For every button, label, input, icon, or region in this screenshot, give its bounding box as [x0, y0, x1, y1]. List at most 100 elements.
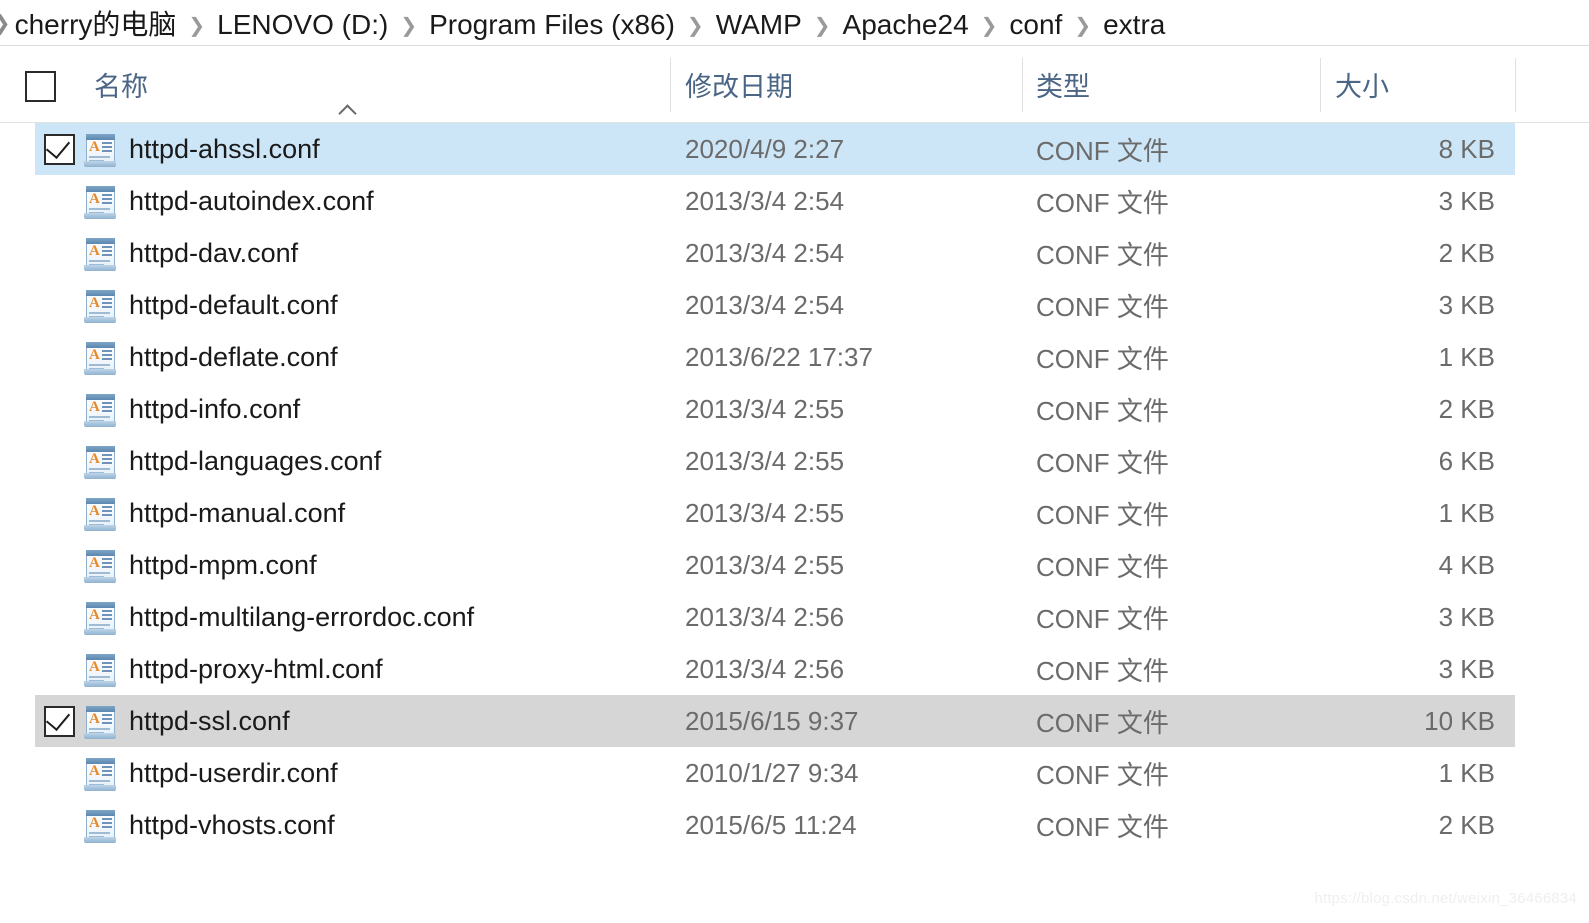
file-type: CONF 文件 [1036, 655, 1169, 686]
file-size: 1 KB [1438, 341, 1495, 372]
file-size: 1 KB [1438, 757, 1495, 788]
file-size: 3 KB [1438, 601, 1495, 632]
conf-file-icon: A [84, 602, 116, 635]
conf-file-icon: A [84, 758, 116, 791]
breadcrumb-item[interactable]: Apache24 [841, 9, 971, 40]
file-type: CONF 文件 [1036, 291, 1169, 322]
file-row[interactable]: Ahttpd-languages.conf 2013/3/4 2:55 CONF 文… [0, 435, 1589, 487]
file-name[interactable]: httpd-proxy-html.conf [129, 643, 383, 695]
breadcrumb-separator-icon: ❯ [813, 15, 831, 37]
breadcrumb-item[interactable]: cherry的电脑 [13, 9, 179, 40]
file-name[interactable]: httpd-userdir.conf [129, 747, 338, 799]
breadcrumb-item[interactable]: conf [1007, 9, 1064, 40]
file-size: 2 KB [1438, 393, 1495, 424]
conf-file-icon: A [84, 342, 116, 375]
breadcrumb-item[interactable]: Program Files (x86) [427, 9, 677, 40]
column-header-type[interactable]: 类型 [1036, 46, 1090, 122]
select-all-checkbox[interactable] [25, 71, 56, 102]
file-row[interactable]: Ahttpd-userdir.conf 2010/1/27 9:34 CONF 文件… [0, 747, 1589, 799]
file-size: 3 KB [1438, 653, 1495, 684]
column-header-name-label: 名称 [94, 71, 148, 102]
file-date-modified: 2013/3/4 2:55 [685, 497, 845, 528]
column-header-size[interactable]: 大小 [1335, 46, 1389, 122]
file-row[interactable]: Ahttpd-vhosts.conf 2015/6/5 11:24 CONF 文件 2… [0, 799, 1589, 851]
breadcrumb-separator-icon: ❯ [686, 15, 704, 37]
conf-file-icon: A [84, 706, 116, 739]
file-size: 10 KB [1424, 705, 1495, 736]
column-header-date-modified[interactable]: 修改日期 [685, 46, 793, 122]
file-row[interactable]: Ahttpd-dav.conf 2013/3/4 2:54 CONF 文件 2 KB [0, 227, 1589, 279]
file-row[interactable]: Ahttpd-deflate.conf 2013/6/22 17:37 CONF 文… [0, 331, 1589, 383]
file-row[interactable]: Ahttpd-default.conf 2013/3/4 2:54 CONF 文件 3… [0, 279, 1589, 331]
file-name[interactable]: httpd-mpm.conf [129, 539, 317, 591]
file-type: CONF 文件 [1036, 343, 1169, 374]
file-date-modified: 2013/3/4 2:56 [685, 653, 845, 684]
file-date-modified: 2013/3/4 2:55 [685, 445, 845, 476]
file-size: 4 KB [1438, 549, 1495, 580]
file-row[interactable]: Ahttpd-mpm.conf 2013/3/4 2:55 CONF 文件 4 KB [0, 539, 1589, 591]
file-size: 3 KB [1438, 289, 1495, 320]
file-type: CONF 文件 [1036, 759, 1169, 790]
file-date-modified: 2013/3/4 2:56 [685, 601, 845, 632]
column-header-row: 名称 修改日期 类型 大小 [0, 46, 1589, 123]
file-type: CONF 文件 [1036, 707, 1169, 738]
column-divider-3[interactable] [1320, 58, 1321, 112]
file-name[interactable]: httpd-manual.conf [129, 487, 345, 539]
file-row-checkbox[interactable] [44, 705, 75, 737]
column-header-type-label: 类型 [1036, 71, 1090, 102]
file-type: CONF 文件 [1036, 135, 1169, 166]
file-row[interactable]: Ahttpd-ssl.conf 2015/6/15 9:37 CONF 文件 10 K… [0, 695, 1589, 747]
file-date-modified: 2013/3/4 2:54 [685, 185, 845, 216]
file-row-checkbox[interactable] [44, 133, 75, 165]
file-name[interactable]: httpd-ssl.conf [129, 695, 290, 747]
conf-file-icon: A [84, 498, 116, 531]
breadcrumb-item[interactable]: LENOVO (D:) [215, 9, 390, 40]
breadcrumb-separator-icon: ❯ [400, 15, 418, 37]
column-header-name[interactable]: 名称 [94, 46, 148, 122]
file-name[interactable]: httpd-info.conf [129, 383, 300, 435]
file-list[interactable]: Ahttpd-ahssl.conf 2020/4/9 2:27 CONF 文件 8 K… [0, 123, 1589, 851]
file-date-modified: 2013/3/4 2:54 [685, 289, 845, 320]
file-name[interactable]: httpd-dav.conf [129, 227, 298, 279]
conf-file-icon: A [84, 394, 116, 427]
file-name[interactable]: httpd-vhosts.conf [129, 799, 335, 851]
breadcrumb-item[interactable]: WAMP [714, 9, 804, 40]
file-type: CONF 文件 [1036, 811, 1169, 842]
column-divider-4[interactable] [1515, 58, 1516, 112]
file-size: 1 KB [1438, 497, 1495, 528]
file-row[interactable]: Ahttpd-ahssl.conf 2020/4/9 2:27 CONF 文件 8 K… [0, 123, 1589, 175]
file-type: CONF 文件 [1036, 499, 1169, 530]
file-type: CONF 文件 [1036, 187, 1169, 218]
file-type: CONF 文件 [1036, 447, 1169, 478]
file-name[interactable]: httpd-deflate.conf [129, 331, 338, 383]
checkmark-icon [45, 705, 71, 732]
checkmark-icon [45, 133, 71, 160]
column-divider-1[interactable] [670, 58, 671, 112]
file-row[interactable]: Ahttpd-proxy-html.conf 2013/3/4 2:56 CONF … [0, 643, 1589, 695]
column-divider-2[interactable] [1022, 58, 1023, 112]
file-date-modified: 2013/3/4 2:55 [685, 393, 845, 424]
file-row[interactable]: Ahttpd-autoindex.conf 2013/3/4 2:54 CONF 文… [0, 175, 1589, 227]
file-date-modified: 2020/4/9 2:27 [685, 133, 845, 164]
file-name[interactable]: httpd-default.conf [129, 279, 338, 331]
file-name[interactable]: httpd-autoindex.conf [129, 175, 374, 227]
breadcrumb-item[interactable]: extra [1101, 9, 1167, 40]
conf-file-icon: A [84, 134, 116, 167]
conf-file-icon: A [84, 290, 116, 323]
conf-file-icon: A [84, 810, 116, 843]
file-size: 8 KB [1438, 133, 1495, 164]
file-row[interactable]: Ahttpd-manual.conf 2013/3/4 2:55 CONF 文件 1 … [0, 487, 1589, 539]
file-row[interactable]: Ahttpd-multilang-errordoc.conf 2013/3/4 2… [0, 591, 1589, 643]
file-date-modified: 2013/6/22 17:37 [685, 341, 873, 372]
file-name[interactable]: httpd-ahssl.conf [129, 123, 320, 175]
file-date-modified: 2010/1/27 9:34 [685, 757, 859, 788]
breadcrumb[interactable]: ❯ cherry的电脑 ❯ LENOVO (D:) ❯ Program Files (x… [0, 0, 1589, 46]
file-type: CONF 文件 [1036, 551, 1169, 582]
file-size: 3 KB [1438, 185, 1495, 216]
file-date-modified: 2013/3/4 2:55 [685, 549, 845, 580]
sort-ascending-icon [338, 102, 358, 116]
file-name[interactable]: httpd-multilang-errordoc.conf [129, 591, 474, 643]
file-row[interactable]: Ahttpd-info.conf 2013/3/4 2:55 CONF 文件 2 KB [0, 383, 1589, 435]
file-size: 6 KB [1438, 445, 1495, 476]
file-name[interactable]: httpd-languages.conf [129, 435, 381, 487]
